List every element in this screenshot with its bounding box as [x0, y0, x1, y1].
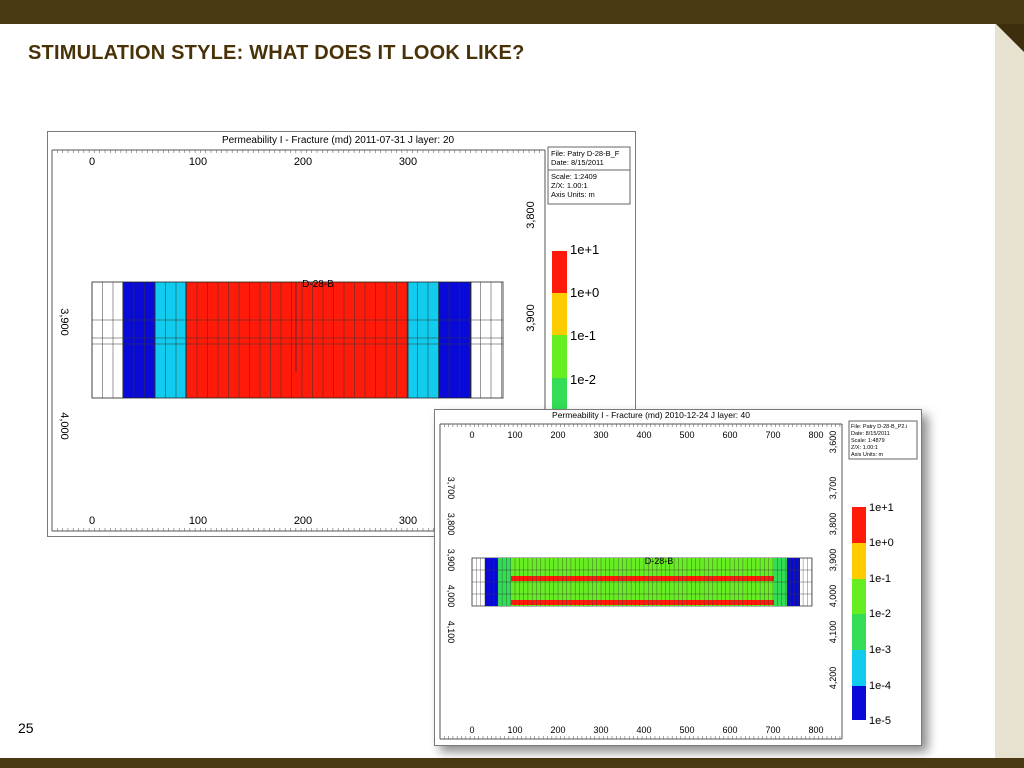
plot-1-x-tick-bottom: 100 — [189, 515, 207, 527]
plot-1-x-tick: 300 — [399, 156, 417, 168]
plot-2-info-zx: Z/X: 1.00:1 — [851, 445, 878, 451]
plot-1-x-tick: 100 — [189, 156, 207, 168]
plot-2-x-tick: 0 — [469, 430, 474, 440]
plot-2-x-tick-bottom: 200 — [550, 725, 565, 735]
plot-2-legend-swatch-red — [852, 507, 866, 543]
grid-block — [91, 281, 124, 399]
plot-2-legend-label: 1e+1 — [869, 502, 894, 514]
plot-2-x-tick: 300 — [593, 430, 608, 440]
plot-1-y-tick-left: 4,000 — [58, 412, 70, 440]
plot-2-legend-swatch-blue — [852, 686, 866, 720]
plot-1-legend-label: 1e+0 — [570, 285, 599, 300]
page-number: 25 — [18, 720, 34, 736]
plot-1-x-tick: 0 — [89, 156, 95, 168]
plot-2-y-tick-right: 4,000 — [828, 585, 838, 608]
plot-2-x-tick-bottom: 500 — [679, 725, 694, 735]
plot-2-title: Permeability I - Fracture (md) 2010-12-2… — [552, 410, 750, 420]
plot-2-x-tick-bottom: 700 — [765, 725, 780, 735]
plot-2-x-tick-bottom: 800 — [808, 725, 823, 735]
fracture-stripe — [511, 600, 774, 605]
plot-2-x-tick-bottom: 400 — [636, 725, 651, 735]
plot-2-legend-label: 1e-3 — [869, 644, 891, 656]
plot-2-legend-label: 1e+0 — [869, 537, 894, 549]
plot-2-x-tick: 800 — [808, 430, 823, 440]
grid-block — [407, 281, 440, 399]
plot-1-x-tick-bottom: 0 — [89, 515, 95, 527]
plot-2-x-tick: 500 — [679, 430, 694, 440]
plot-2-x-tick: 400 — [636, 430, 651, 440]
plot-2-x-tick: 200 — [550, 430, 565, 440]
plot-2-info-scale: Scale: 1:4879 — [851, 438, 885, 444]
plot-2-x-tick-bottom: 0 — [469, 725, 474, 735]
plot-2-y-tick-right: 4,100 — [828, 621, 838, 644]
grid-block — [122, 281, 156, 399]
plot-2-legend-swatch-green — [852, 579, 866, 614]
plot-2-legend-label: 1e-1 — [869, 573, 891, 585]
plot-2-y-tick-left: 3,700 — [446, 477, 456, 500]
plot-2-x-tick: 700 — [765, 430, 780, 440]
plot-2-info-date: Date: 8/15/2011 — [851, 431, 890, 437]
plot-1-legend-label: 1e+1 — [570, 242, 599, 257]
plot-1-legend-label: 1e-1 — [570, 328, 596, 343]
plot-1-x-tick: 200 — [294, 156, 312, 168]
plot-1-info-scale: Scale: 1:2409 — [551, 172, 597, 181]
plot-2-x-tick-bottom: 300 — [593, 725, 608, 735]
right-decor-strip — [995, 24, 1024, 758]
plot-1-y-tick-left: 3,900 — [58, 308, 70, 336]
plot-2-canvas: Permeability I - Fracture (md) 2010-12-2… — [439, 410, 918, 740]
plot-2-x-tick-bottom: 100 — [507, 725, 522, 735]
plot-1-info-zx: Z/X: 1.00:1 — [551, 181, 588, 190]
plot-2-y-tick-right: 3,600 — [828, 431, 838, 454]
plot-2-legend-swatch-green-dark — [852, 614, 866, 650]
plot-1-info-date: Date: 8/15/2011 — [551, 158, 604, 167]
slide-title: STIMULATION STYLE: WHAT DOES IT LOOK LIK… — [28, 42, 525, 64]
plot-2-grid-body — [471, 557, 813, 607]
plot-1-x-tick-bottom: 300 — [399, 515, 417, 527]
plot-2-legend-label: 1e-2 — [869, 608, 891, 620]
plot-2-well-label: D-28-B — [645, 556, 674, 566]
permeability-plot-2: Permeability I - Fracture (md) 2010-12-2… — [434, 409, 922, 746]
plot-2-info-units: Axis Units: m — [851, 452, 884, 458]
plot-1-y-tick-right: 3,800 — [525, 201, 537, 229]
plot-2-legend-swatch-orange — [852, 543, 866, 579]
grid-block — [470, 281, 504, 399]
grid-block — [185, 281, 409, 399]
plot-1-legend-swatch-green — [552, 335, 567, 378]
plot-2-x-tick: 100 — [507, 430, 522, 440]
plot-2-info-file: File: Patry D-28-B_P2.i — [851, 424, 907, 430]
bottom-decor-bar — [0, 758, 1024, 768]
plot-2-y-tick-right: 3,700 — [828, 477, 838, 500]
plot-1-well-label: D-28-B — [302, 279, 334, 290]
corner-decor-triangle — [996, 24, 1024, 52]
grid-block — [154, 281, 187, 399]
plot-1-info-file: File: Patry D-28-B_F — [551, 149, 620, 158]
plot-1-title: Permeability I - Fracture (md) 2011-07-3… — [222, 135, 455, 146]
plot-2-y-tick-right: 4,200 — [828, 667, 838, 690]
plot-2-y-tick-left: 3,900 — [446, 549, 456, 572]
grid-block — [438, 281, 472, 399]
plot-2-y-tick-left: 4,000 — [446, 585, 456, 608]
plot-1-info-units: Axis Units: m — [551, 190, 595, 199]
plot-2-legend-swatch-cyan — [852, 650, 866, 686]
plot-2-y-tick-right: 3,900 — [828, 549, 838, 572]
plot-1-grid-body — [91, 281, 504, 399]
plot-1-legend-swatch-red — [552, 251, 567, 293]
plot-2-x-tick-bottom: 600 — [722, 725, 737, 735]
plot-1-x-tick-bottom: 200 — [294, 515, 312, 527]
plot-2-y-tick-right: 3,800 — [828, 513, 838, 536]
plot-2-y-tick-left: 3,800 — [446, 513, 456, 536]
fracture-stripe — [511, 576, 774, 581]
plot-1-legend-swatch-orange — [552, 293, 567, 335]
plot-1-legend-label: 1e-2 — [570, 372, 596, 387]
top-decor-bar — [0, 0, 1024, 24]
plot-2-legend-label: 1e-5 — [869, 715, 891, 727]
plot-1-y-tick-right: 3,900 — [525, 304, 537, 332]
plot-2-y-tick-left: 4,100 — [446, 621, 456, 644]
plot-2-legend-label: 1e-4 — [869, 680, 891, 692]
plot-2-x-tick: 600 — [722, 430, 737, 440]
